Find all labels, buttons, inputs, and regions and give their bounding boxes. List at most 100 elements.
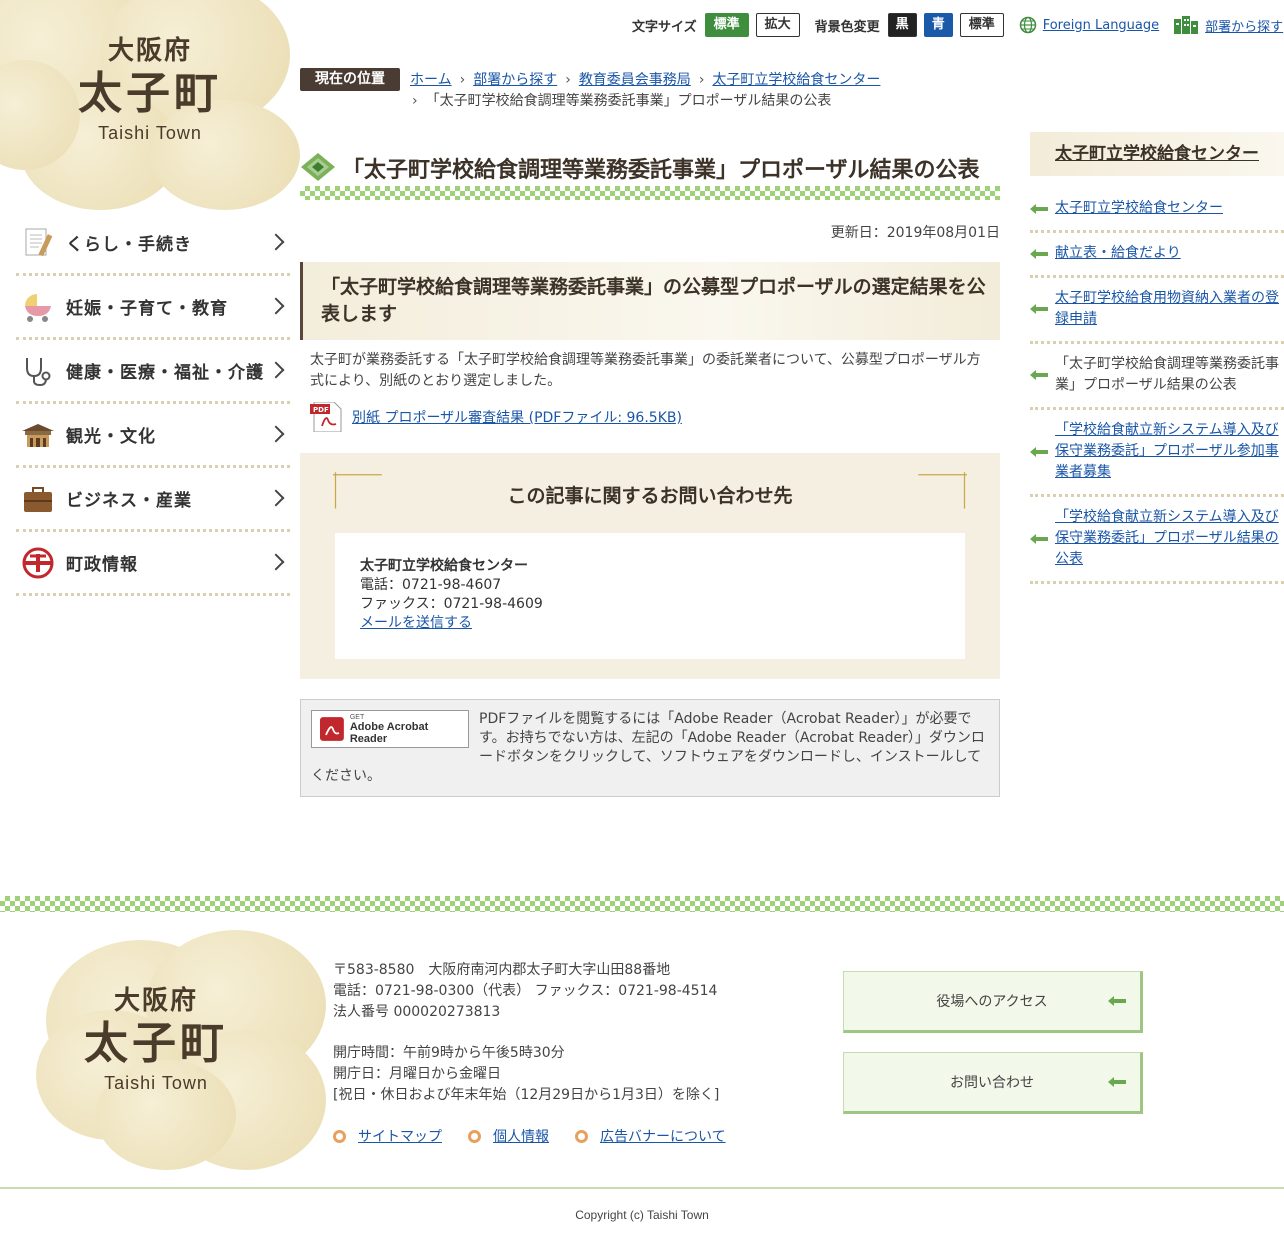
contact-box: この記事に関するお問い合わせ先 太子町立学校給食センター 電話：0721-98-… <box>300 453 1000 679</box>
arrow-left-icon <box>1030 304 1055 314</box>
footer-tel: 電話：0721-98-0300（代表） ファックス：0721-98-4514 <box>333 983 718 999</box>
nav-item-tourism[interactable]: 観光・文化 <box>16 404 290 468</box>
logo-prefecture: 大阪府 <box>107 36 192 66</box>
sidebar-item[interactable]: 太子町立学校給食センター <box>1030 188 1284 233</box>
page-title: 「太子町学校給食調理等業務委託事業」プロポーザル結果の公表 <box>342 158 980 183</box>
svg-text:PDF: PDF <box>313 406 329 414</box>
body-paragraph: 太子町が業務委託する「太子町学校給食調理等業務委託事業」の委託業者について、公募… <box>310 352 981 389</box>
town-emblem-icon <box>20 545 56 581</box>
building-icon <box>1174 16 1199 34</box>
breadcrumb-current: 「太子町学校給食調理等業務委託事業」プロポーザル結果の公表 <box>425 93 832 109</box>
contact-name: 太子町立学校給食センター <box>360 558 528 574</box>
site-logo[interactable]: 大阪府 太子町 Taishi Town <box>0 0 300 210</box>
arrow-left-icon <box>1108 1077 1126 1087</box>
sidebar-list: 太子町立学校給食センター 献立表・給食だより 太子町学校給食用物資納入業者の登録… <box>1030 188 1284 584</box>
contact-fax: ファックス：0721-98-4609 <box>360 596 543 612</box>
sidebar-link[interactable]: 「学校給食献立新システム導入及び保守業務委託」プロポーザル結果の公表 <box>1055 507 1284 570</box>
contact-details: 太子町立学校給食センター 電話：0721-98-4607 ファックス：0721-… <box>335 533 965 659</box>
sidebar-item[interactable]: 「学校給食献立新システム導入及び保守業務委託」プロポーザル参加事業者募集 <box>1030 410 1284 497</box>
nav-item-living[interactable]: くらし・手続き <box>16 212 290 276</box>
stethoscope-icon <box>20 353 56 389</box>
footer-link-sitemap[interactable]: サイトマップ <box>358 1126 442 1146</box>
checker-divider <box>300 186 1000 200</box>
bg-standard-button[interactable]: 標準 <box>959 13 1004 37</box>
footer-links: サイトマップ 個人情報 広告バナーについて <box>333 1126 752 1146</box>
breadcrumb-board[interactable]: 教育委員会事務局 <box>579 72 691 88</box>
section-heading-box: 「太子町学校給食調理等業務委託事業」の公募型プロポーザルの選定結果を公表します <box>300 262 1000 340</box>
footer-corp-number: 法人番号 000020273813 <box>333 1004 501 1020</box>
footer-logo-english: Taishi Town <box>104 1073 208 1093</box>
breadcrumb-dept[interactable]: 部署から探す <box>473 72 557 88</box>
breadcrumb-label: 現在の位置 <box>300 68 400 91</box>
circle-bullet-icon <box>575 1129 588 1143</box>
sidebar-link[interactable]: 「学校給食献立新システム導入及び保守業務委託」プロポーザル参加事業者募集 <box>1055 420 1284 483</box>
breadcrumb-center[interactable]: 太子町立学校給食センター <box>712 72 880 88</box>
arrow-left-icon <box>1108 996 1126 1006</box>
footer-logo-town: 太子町 <box>84 1018 228 1069</box>
utility-bar: 文字サイズ 標準 拡大 背景色変更 黒 青 標準 Foreign Languag… <box>632 12 1283 38</box>
pdf-icon: PDF <box>310 402 342 432</box>
footer-days: 開庁日：月曜日から金曜日 <box>333 1066 501 1082</box>
arrow-left-icon <box>1030 203 1055 214</box>
font-large-button[interactable]: 拡大 <box>755 13 800 37</box>
sidebar-item[interactable]: 献立表・給食だより <box>1030 233 1284 278</box>
bg-color-label: 背景色変更 <box>814 19 880 35</box>
sidebar-heading-link[interactable]: 太子町立学校給食センター <box>1055 144 1259 164</box>
font-standard-button[interactable]: 標準 <box>704 13 749 37</box>
nav-label: くらし・手続き <box>66 235 192 255</box>
dept-search-text[interactable]: 部署から探す <box>1205 16 1283 35</box>
chevron-right-icon: › <box>698 72 705 88</box>
nav-item-business[interactable]: ビジネス・産業 <box>16 468 290 532</box>
contact-mail-link[interactable]: メールを送信する <box>360 615 472 631</box>
chevron-right-icon: › <box>565 72 571 88</box>
acrobat-product: Adobe Acrobat Reader <box>349 720 429 745</box>
access-button[interactable]: 役場へのアクセス <box>843 971 1143 1033</box>
pdf-download[interactable]: PDF 別紙 プロポーザル審査結果 (PDFファイル: 96.5KB) <box>310 402 682 432</box>
footer-logo: 大阪府 太子町 Taishi Town <box>36 920 336 1175</box>
nav-label: 観光・文化 <box>66 427 156 447</box>
logo-english: Taishi Town <box>98 123 202 143</box>
acrobat-download-button[interactable]: GET Adobe Acrobat Reader <box>311 710 469 748</box>
chevron-right-icon: › <box>412 93 418 109</box>
acrobat-get: GET <box>349 713 365 721</box>
breadcrumb: ホーム › 部署から探す › 教育委員会事務局 › 太子町立学校給食センター › 「太子町学校… <box>410 70 880 112</box>
arrow-left-icon <box>1030 248 1055 259</box>
dept-search-link[interactable]: 部署から探す <box>1173 16 1283 35</box>
temple-icon <box>20 417 56 453</box>
breadcrumb-home[interactable]: ホーム <box>410 72 452 88</box>
page-title-area: 「太子町学校給食調理等業務委託事業」プロポーザル結果の公表 <box>300 148 1000 200</box>
chevron-right-icon <box>267 425 285 443</box>
sidebar-link[interactable]: 太子町立学校給食センター <box>1055 198 1284 219</box>
contact-title: この記事に関するお問い合わせ先 <box>507 485 793 507</box>
footer-link-ads[interactable]: 広告バナーについて <box>600 1126 726 1146</box>
footer-holidays: [祝日・休日および年末年始（12月29日から1月3日）を除く] <box>333 1087 720 1103</box>
diamond-pattern-icon <box>301 153 335 181</box>
footer-hours: 開庁時間：午前9時から午後5時30分 <box>333 1045 565 1061</box>
sidebar-current-label: 「太子町学校給食調理等業務委託事業」プロポーザル結果の公表 <box>1055 356 1279 393</box>
font-size-label: 文字サイズ <box>632 19 697 35</box>
contact-tel: 電話：0721-98-4607 <box>360 577 502 593</box>
nav-item-government[interactable]: 町政情報 <box>16 532 290 596</box>
nav-item-health[interactable]: 健康・医療・福祉・介護 <box>16 340 290 404</box>
logo-town: 太子町 <box>78 68 222 119</box>
sidebar-link[interactable]: 献立表・給食だより <box>1055 243 1284 264</box>
chevron-right-icon <box>267 489 285 507</box>
bg-black-button[interactable]: 黒 <box>887 13 917 37</box>
nav-label: 妊娠・子育て・教育 <box>66 299 228 319</box>
global-nav: くらし・手続き 妊娠・子育て・教育 健康・医療・福祉・介護 観光・文化 ビジネス… <box>16 212 290 596</box>
pdf-link[interactable]: 別紙 プロポーザル審査結果 (PDFファイル: 96.5KB) <box>352 407 682 427</box>
sidebar-link[interactable]: 太子町学校給食用物資納入業者の登録申請 <box>1055 288 1284 330</box>
acrobat-notice: PDFファイルを閲覧するには「Adobe Reader（Acrobat Read… <box>300 699 1000 797</box>
foreign-language-text[interactable]: Foreign Language <box>1043 18 1159 33</box>
sidebar-item[interactable]: 「学校給食献立新システム導入及び保守業務委託」プロポーザル結果の公表 <box>1030 497 1284 584</box>
footer-link-privacy[interactable]: 個人情報 <box>493 1126 549 1146</box>
copyright: Copyright (c) Taishi Town <box>575 1208 709 1222</box>
arrow-left-icon <box>1030 370 1055 380</box>
contact-button[interactable]: お問い合わせ <box>843 1052 1143 1114</box>
footer-info: 〒583-8580 大阪府南河内郡太子町大字山田88番地 電話：0721-98-… <box>333 960 719 1106</box>
foreign-language-link[interactable]: Foreign Language <box>1019 16 1159 34</box>
nav-item-childcare[interactable]: 妊娠・子育て・教育 <box>16 276 290 340</box>
bg-blue-button[interactable]: 青 <box>923 13 953 37</box>
sidebar-item[interactable]: 太子町学校給食用物資納入業者の登録申請 <box>1030 278 1284 344</box>
section-heading: 「太子町学校給食調理等業務委託事業」の公募型プロポーザルの選定結果を公表します <box>321 276 986 325</box>
